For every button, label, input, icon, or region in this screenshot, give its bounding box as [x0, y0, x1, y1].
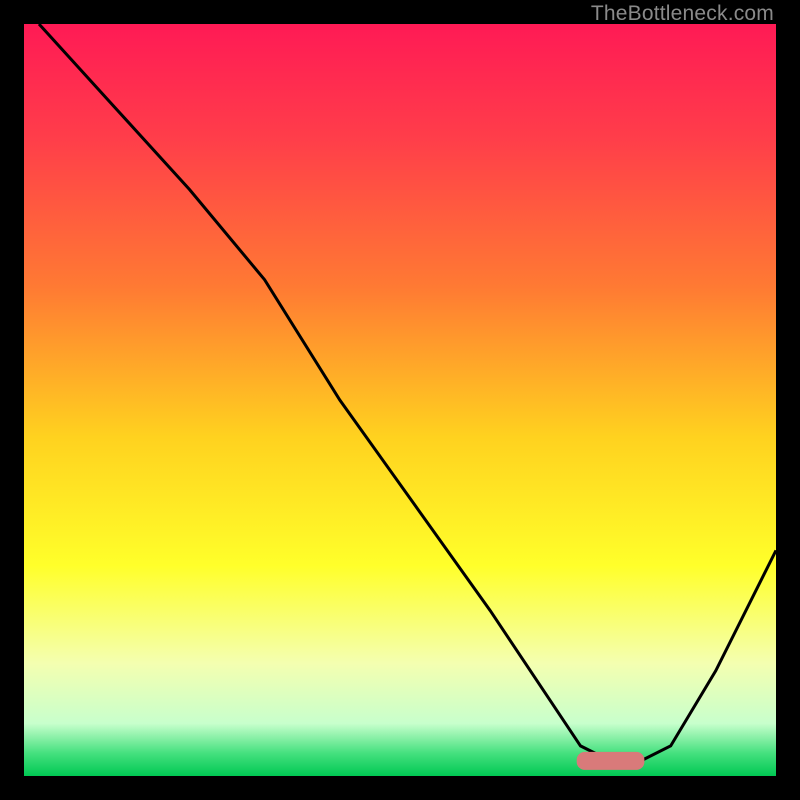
gradient-background — [24, 24, 776, 776]
chart-frame — [24, 24, 776, 776]
watermark-text: TheBottleneck.com — [591, 2, 774, 26]
optimal-band-marker — [577, 752, 645, 770]
chart-svg — [24, 24, 776, 776]
